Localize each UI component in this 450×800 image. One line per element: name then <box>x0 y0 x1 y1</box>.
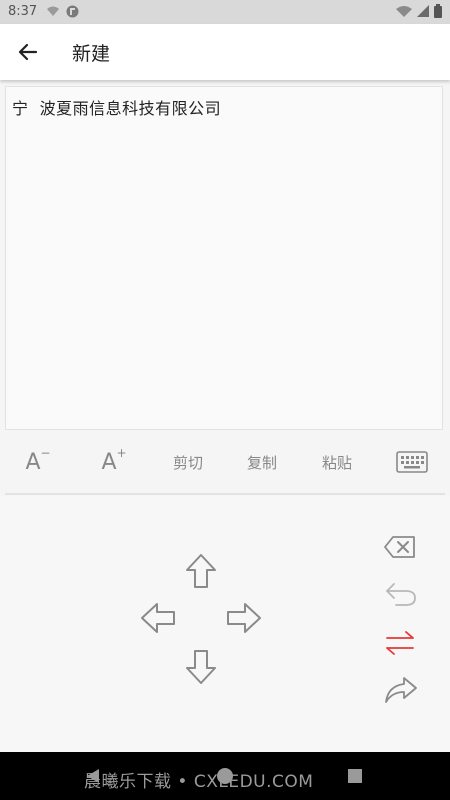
backspace-icon[interactable] <box>384 536 416 558</box>
wifi-notification-icon <box>47 6 59 16</box>
font-increase-label: A <box>101 449 117 475</box>
font-increase-mark: + <box>116 446 127 460</box>
font-decrease-mark: − <box>40 446 51 460</box>
swap-icon[interactable] <box>384 630 416 656</box>
font-decrease-label: A <box>25 449 41 475</box>
page-title: 新建 <box>72 43 111 65</box>
toolbar-divider <box>5 493 445 495</box>
cut-button[interactable]: 剪切 <box>160 440 216 484</box>
signal-icon <box>417 5 429 17</box>
font-increase-button[interactable]: A + <box>90 440 138 484</box>
status-bar: 8:37 <box>0 0 450 24</box>
share-icon[interactable] <box>384 676 418 704</box>
undo-icon[interactable] <box>384 581 418 607</box>
edit-toolbar: A − A + 剪切 复制 粘贴 <box>0 440 450 484</box>
keyboard-icon <box>396 451 428 473</box>
arrow-up-icon[interactable] <box>185 553 217 589</box>
editor-text[interactable]: 宁 波夏雨信息科技有限公司 <box>12 95 221 119</box>
copy-button[interactable]: 复制 <box>234 440 290 484</box>
watermark: 晨曦乐下载 • CXLEDU.COM <box>84 772 314 792</box>
app-bar: 新建 <box>0 24 450 80</box>
cursor-pad <box>0 496 450 752</box>
keyboard-button[interactable] <box>390 440 434 484</box>
battery-icon <box>434 4 442 18</box>
paste-button[interactable]: 粘贴 <box>309 440 365 484</box>
app-notification-icon <box>66 5 79 18</box>
arrow-right-icon[interactable] <box>226 602 262 634</box>
font-decrease-button[interactable]: A − <box>14 440 62 484</box>
arrow-left-icon[interactable] <box>14 38 42 66</box>
status-time: 8:37 <box>8 4 38 19</box>
arrow-down-icon[interactable] <box>185 649 217 685</box>
text-editor[interactable]: 宁 波夏雨信息科技有限公司 <box>5 86 443 430</box>
wifi-icon <box>396 6 412 17</box>
arrow-left-icon[interactable] <box>140 602 176 634</box>
nav-recents-icon[interactable] <box>347 768 363 784</box>
